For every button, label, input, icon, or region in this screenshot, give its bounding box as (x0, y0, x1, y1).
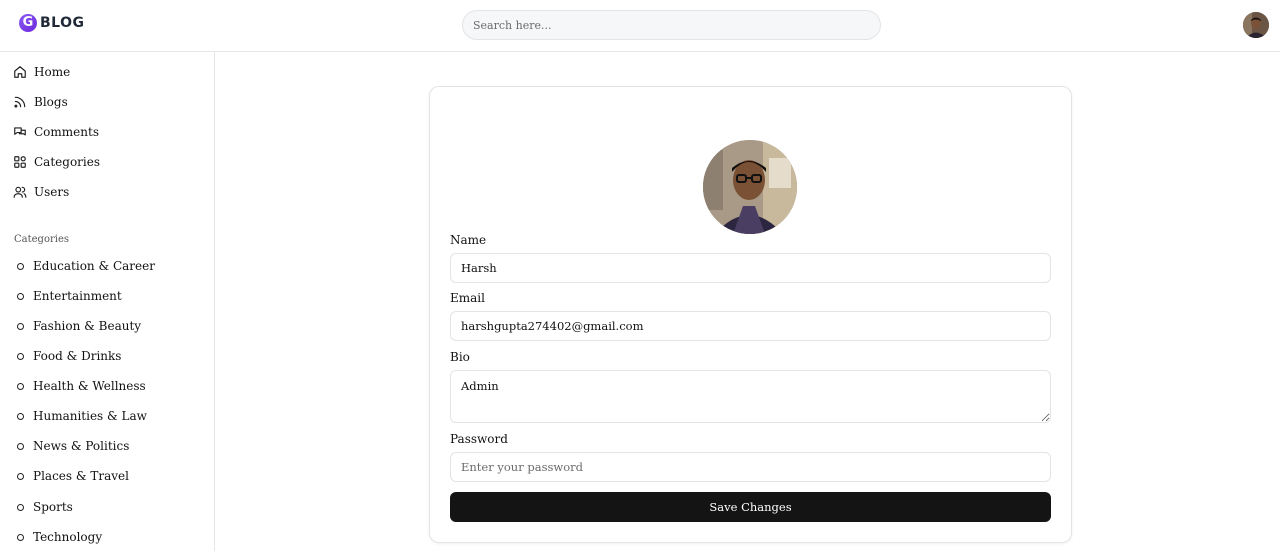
email-label: Email (450, 291, 485, 305)
sidebar-item-label: Blogs (34, 95, 68, 109)
avatar-photo-icon (1243, 12, 1269, 38)
sidebar-item-categories[interactable]: Categories (13, 153, 100, 171)
category-item[interactable]: Entertainment (17, 287, 122, 305)
bio-textarea[interactable]: Admin (450, 370, 1051, 423)
sidebar-item-comments[interactable]: Comments (13, 123, 99, 141)
category-label: Entertainment (33, 289, 122, 303)
circle-icon (17, 382, 24, 390)
profile-photo-icon (703, 140, 797, 234)
password-field[interactable] (450, 452, 1051, 482)
circle-icon (17, 472, 24, 480)
category-label: Food & Drinks (33, 349, 122, 363)
grid-icon (14, 156, 26, 168)
sidebar: Home Blogs Comments Categories Users Cat… (0, 52, 215, 551)
circle-icon (17, 292, 24, 300)
home-icon (14, 66, 26, 78)
category-label: Humanities & Law (33, 409, 147, 423)
circle-icon (17, 442, 24, 450)
category-item[interactable]: News & Politics (17, 437, 129, 455)
bio-label: Bio (450, 350, 470, 364)
user-avatar[interactable] (1243, 12, 1269, 38)
comments-icon (14, 127, 26, 136)
category-item[interactable]: Technology (17, 528, 102, 546)
category-label: Health & Wellness (33, 379, 146, 393)
users-icon (13, 186, 27, 198)
logo[interactable]: G BLOG (19, 14, 85, 32)
category-item[interactable]: Sports (17, 498, 73, 516)
save-changes-button[interactable]: Save Changes (450, 492, 1051, 522)
password-label: Password (450, 432, 508, 446)
sidebar-item-label: Home (34, 65, 71, 79)
category-label: Sports (33, 500, 73, 514)
sidebar-item-home[interactable]: Home (13, 63, 70, 81)
category-label: Fashion & Beauty (33, 319, 142, 333)
profile-picture[interactable] (703, 140, 797, 234)
logo-text: BLOG (40, 15, 85, 31)
sidebar-item-label: Users (34, 185, 70, 199)
category-label: Education & Career (33, 259, 155, 273)
category-item[interactable]: Education & Career (17, 257, 155, 275)
categories-heading: Categories (14, 234, 69, 245)
sidebar-item-label: Categories (34, 155, 100, 169)
circle-icon (17, 412, 24, 420)
sidebar-item-blogs[interactable]: Blogs (13, 93, 68, 111)
category-item[interactable]: Food & Drinks (17, 347, 121, 365)
category-label: Technology (33, 530, 103, 544)
search-input[interactable] (462, 10, 881, 40)
category-label: Places & Travel (33, 469, 129, 483)
sidebar-item-users[interactable]: Users (13, 183, 69, 201)
circle-icon (17, 352, 24, 360)
logo-mark-icon: G (19, 14, 37, 32)
email-field[interactable] (450, 311, 1051, 341)
name-label: Name (450, 233, 487, 247)
category-item[interactable]: Fashion & Beauty (17, 317, 141, 335)
circle-icon (17, 322, 24, 330)
rss-icon (14, 96, 26, 108)
top-bar: G BLOG (0, 0, 1280, 52)
category-item[interactable]: Humanities & Law (17, 407, 147, 425)
category-item[interactable]: Places & Travel (17, 467, 129, 485)
circle-icon (17, 503, 24, 511)
circle-icon (17, 262, 24, 270)
sidebar-item-label: Comments (34, 125, 99, 139)
category-item[interactable]: Health & Wellness (17, 377, 146, 395)
category-label: News & Politics (33, 439, 130, 453)
name-field[interactable] (450, 253, 1051, 283)
circle-icon (17, 533, 24, 541)
